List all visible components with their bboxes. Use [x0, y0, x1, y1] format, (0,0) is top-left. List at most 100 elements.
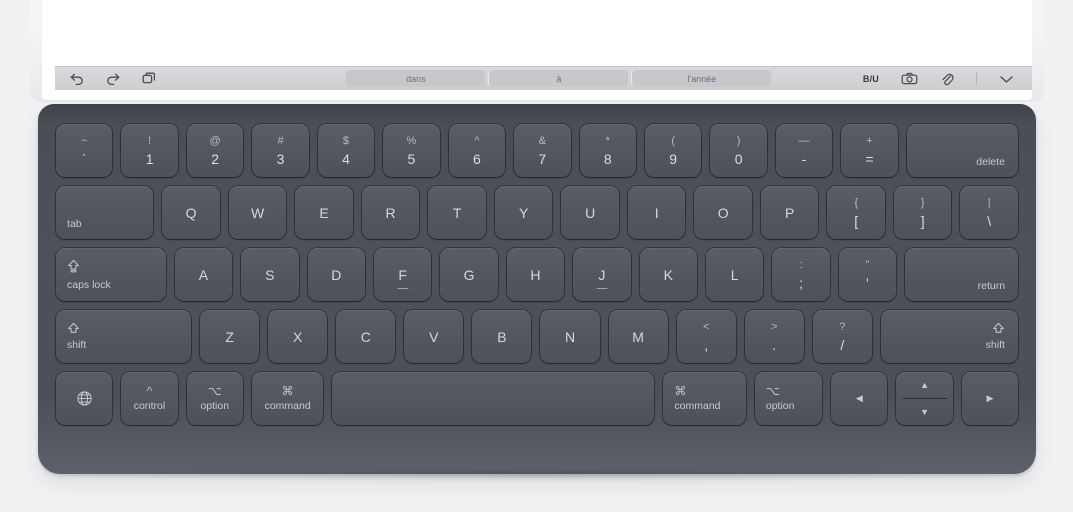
key-b[interactable]: B — [472, 310, 532, 363]
key-delete[interactable]: delete — [906, 124, 1018, 177]
key-comma[interactable]: < , — [676, 310, 736, 363]
key-backslash[interactable]: | \ — [960, 186, 1018, 239]
key-command-left[interactable]: ⌘ command — [251, 372, 324, 425]
key-l[interactable]: L — [705, 248, 764, 301]
key-command-right[interactable]: ⌘ command — [663, 372, 746, 425]
key-a[interactable]: A — [174, 248, 233, 301]
key-top-label: ) — [736, 134, 741, 147]
key-m[interactable]: M — [608, 310, 668, 363]
key-t[interactable]: T — [428, 186, 486, 239]
key-bottom-label: 9 — [669, 150, 678, 167]
text-format-button[interactable]: B/U — [863, 74, 879, 84]
key-c[interactable]: C — [336, 310, 396, 363]
key-top-label: ! — [148, 134, 152, 147]
key-d[interactable]: D — [307, 248, 365, 301]
key-k[interactable]: K — [639, 248, 697, 301]
key-2[interactable]: @ 2 — [186, 124, 244, 177]
key-label: command — [264, 400, 311, 413]
key-q[interactable]: Q — [162, 186, 220, 239]
key-f[interactable]: F — [373, 248, 432, 301]
key-p[interactable]: P — [760, 186, 819, 239]
key-top-label: " — [865, 258, 870, 271]
hide-keyboard-chevron-down-icon[interactable] — [999, 74, 1014, 84]
redo-icon[interactable] — [105, 72, 121, 85]
key-z[interactable]: Z — [200, 310, 260, 363]
prediction-chip-1[interactable]: dans — [346, 70, 486, 87]
caps-lock-arrow-icon — [67, 259, 80, 276]
key-1[interactable]: ! 1 — [121, 124, 178, 177]
control-caret-icon: ^ — [146, 384, 153, 399]
key-j[interactable]: J — [573, 248, 631, 301]
key-caps-lock[interactable]: caps lock — [56, 248, 166, 301]
key-bottom-label: 1 — [145, 150, 154, 167]
key-n[interactable]: N — [540, 310, 600, 363]
key-label: F — [398, 266, 407, 283]
key-top-label: ~ — [81, 134, 88, 147]
undo-icon[interactable] — [69, 72, 85, 85]
key-semicolon[interactable]: : ; — [772, 248, 830, 301]
key-tab[interactable]: tab — [56, 186, 154, 239]
key-9[interactable]: ( 9 — [644, 124, 702, 177]
key-arrow-right[interactable]: ▶ — [961, 372, 1019, 425]
key-quote[interactable]: " ' — [838, 248, 897, 301]
arrow-down-icon[interactable]: ▼ — [896, 399, 952, 425]
key-bracket-left[interactable]: { [ — [827, 186, 885, 239]
key-shift-left[interactable]: shift — [56, 310, 192, 363]
key-h[interactable]: H — [506, 248, 565, 301]
keyboard-row-qwerty: tab Q W E R T Y U I O P { [ } ] | \ — [56, 186, 1018, 239]
key-space[interactable] — [332, 372, 655, 425]
key-label: shift — [985, 339, 1005, 352]
key-bracket-right[interactable]: } ] — [893, 186, 952, 239]
key-3[interactable]: # 3 — [252, 124, 309, 177]
key-e[interactable]: E — [295, 186, 353, 239]
key-option-left[interactable]: ⌥ option — [186, 372, 243, 425]
key-shift-right[interactable]: shift — [880, 310, 1018, 363]
key-return[interactable]: return — [905, 248, 1019, 301]
key-4[interactable]: $ 4 — [317, 124, 375, 177]
key-o[interactable]: O — [694, 186, 752, 239]
key-control[interactable]: ^ control — [121, 372, 178, 425]
key-top-label: * — [605, 134, 610, 147]
prediction-chip-2[interactable]: à — [489, 70, 629, 87]
key-bottom-label: 2 — [211, 150, 219, 167]
key-bottom-label: 0 — [734, 150, 743, 167]
key-g[interactable]: G — [440, 248, 498, 301]
key-top-label: ? — [839, 320, 846, 333]
key-option-right[interactable]: ⌥ option — [754, 372, 823, 425]
key-label: control — [133, 400, 166, 413]
key-x[interactable]: X — [268, 310, 328, 363]
key-w[interactable]: W — [228, 186, 287, 239]
key-bottom-label: ; — [799, 274, 804, 291]
key-backtick[interactable]: ~ ` — [56, 124, 113, 177]
key-label: command — [674, 400, 721, 413]
key-bottom-label: 3 — [276, 150, 285, 167]
key-8[interactable]: * 8 — [579, 124, 636, 177]
key-y[interactable]: Y — [494, 186, 553, 239]
key-arrow-left[interactable]: ◀ — [831, 372, 888, 425]
key-v[interactable]: V — [404, 310, 464, 363]
key-slash[interactable]: ? / — [812, 310, 872, 363]
key-period[interactable]: > . — [744, 310, 804, 363]
arrow-up-icon[interactable]: ▲ — [896, 372, 952, 398]
key-top-label: | — [987, 196, 991, 209]
key-equals[interactable]: + = — [841, 124, 898, 177]
key-s[interactable]: S — [241, 248, 299, 301]
key-minus[interactable]: — - — [775, 124, 833, 177]
key-0[interactable]: ) 0 — [710, 124, 767, 177]
key-r[interactable]: R — [361, 186, 420, 239]
arrow-left-icon: ◀ — [855, 393, 863, 403]
prediction-chip-3[interactable]: l'année — [632, 70, 772, 87]
attachment-icon[interactable] — [940, 72, 954, 86]
key-5[interactable]: % 5 — [383, 124, 440, 177]
key-label: option — [200, 400, 230, 413]
camera-icon[interactable] — [901, 72, 918, 85]
key-globe[interactable] — [56, 372, 113, 425]
key-arrow-updown[interactable]: ▲ ▼ — [896, 372, 953, 425]
paste-icon[interactable] — [141, 72, 157, 85]
key-u[interactable]: U — [561, 186, 619, 239]
key-6[interactable]: ^ 6 — [448, 124, 506, 177]
key-7[interactable]: & 7 — [514, 124, 571, 177]
smart-keyboard: ~ ` ! 1 @ 2 # 3 $ 4 % 5 ^ 6 & 7 * 8 (9 … — [38, 104, 1036, 474]
key-bottom-label: / — [840, 336, 845, 353]
key-i[interactable]: I — [627, 186, 686, 239]
